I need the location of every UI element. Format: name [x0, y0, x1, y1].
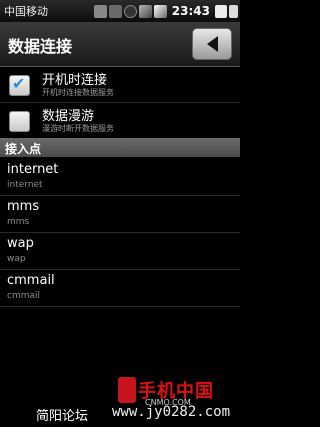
battery-icon — [229, 4, 238, 18]
setting-subtitle: 漫游时断开数据服务 — [42, 124, 114, 133]
status-clock: 23:43 — [171, 4, 210, 18]
apn-name: wap — [7, 236, 34, 251]
page-title: 数据连接 — [8, 37, 73, 56]
watermark-url: www.jy0282.com — [112, 404, 231, 420]
apn-value: cmmail — [7, 291, 40, 301]
title-bar: 数据连接 — [0, 22, 240, 67]
watermark-forum: 简阳论坛 — [36, 409, 89, 424]
apn-item[interactable]: internet internet — [0, 158, 240, 196]
apn-name: internet — [7, 162, 59, 177]
usb-icon — [93, 4, 107, 18]
section-label: 接入点 — [5, 142, 42, 156]
section-header-apn: 接入点 — [0, 138, 240, 157]
apn-item[interactable]: wap wap — [0, 233, 240, 270]
status-icons: 23:43 — [93, 3, 238, 19]
setting-title: 数据漫游 — [42, 109, 95, 124]
back-button[interactable] — [192, 28, 232, 60]
apn-item[interactable]: cmmail cmmail — [0, 270, 240, 307]
apn-name: mms — [7, 199, 40, 214]
setting-connect-on-boot[interactable]: 开机时连接 开机时连接数据服务 — [0, 67, 240, 103]
carrier-name: 中国移动 — [4, 5, 48, 18]
back-arrow-icon — [206, 36, 218, 52]
data-roaming-checkbox[interactable] — [9, 111, 30, 132]
email-icon — [215, 4, 227, 18]
storage-icon — [108, 4, 122, 18]
wifi-icon — [138, 4, 152, 18]
apn-name: cmmail — [7, 273, 55, 288]
setting-title: 开机时连接 — [42, 73, 108, 88]
apn-item[interactable]: mms mms — [0, 196, 240, 233]
apn-value: mms — [7, 217, 30, 227]
status-bar: 中国移动 23:43 — [0, 0, 240, 22]
bluetooth-icon — [123, 4, 137, 18]
connect-on-boot-checkbox[interactable] — [9, 74, 30, 96]
setting-data-roaming[interactable]: 数据漫游 漫游时断开数据服务 — [0, 103, 240, 139]
setting-subtitle: 开机时连接数据服务 — [42, 88, 114, 97]
signal-icon — [153, 4, 167, 18]
logo-mark-icon — [118, 377, 136, 403]
apn-value: internet — [7, 180, 43, 190]
apn-value: wap — [7, 254, 26, 264]
